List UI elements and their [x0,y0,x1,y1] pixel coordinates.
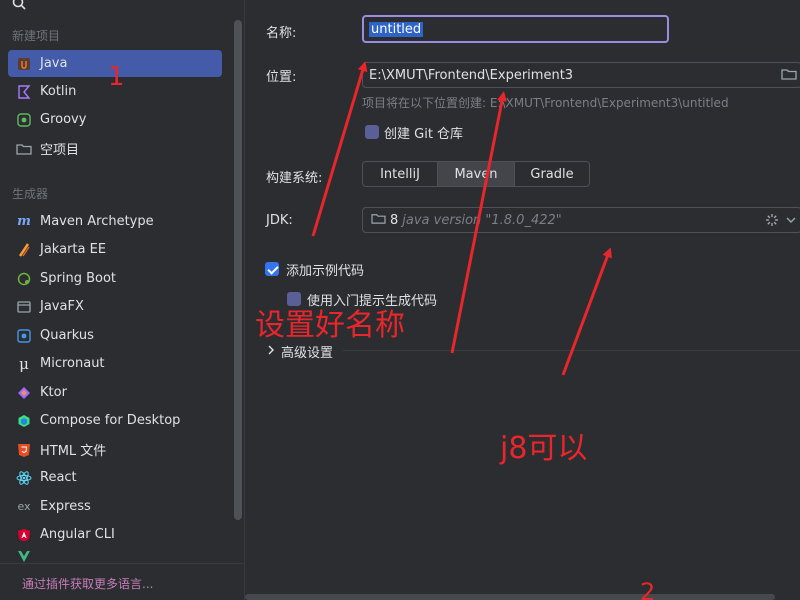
horizontal-scrollbar[interactable] [245,594,775,600]
name-input-value: untitled [369,21,424,37]
section-generators: 生成器 [12,187,49,201]
sidebar-item-label: Groovy [40,112,87,127]
jdk-folder-icon [371,212,386,229]
sidebar-item-label: Kotlin [40,84,77,99]
build-option-gradle[interactable]: Gradle [515,162,589,186]
sidebar-item-micronaut[interactable]: μ Micronaut [8,350,222,377]
sidebar-item-ktor[interactable]: Ktor [8,379,222,406]
react-icon [16,470,32,486]
location-input[interactable]: E:\XMUT\Frontend\Experiment3 [362,62,800,88]
name-input[interactable]: untitled [362,15,669,43]
annotation-number-2: 2 [640,580,656,600]
vue-icon [16,550,32,562]
sidebar-item-label: Maven Archetype [40,214,154,229]
sidebar-item-express[interactable]: ex Express [8,493,222,520]
sidebar-item-html-file[interactable]: HTML 文件 [8,436,222,463]
sidebar-item-jakarta-ee[interactable]: Jakarta EE [8,236,222,263]
jdk-label: JDK: [266,213,293,228]
sidebar-item-label: Angular CLI [40,527,115,542]
sidebar-item-spring-boot[interactable]: Spring Boot [8,265,222,292]
annotation-j8-ok: j8可以 [500,431,588,466]
compose-icon [16,413,32,429]
annotation-set-name: 设置好名称 [255,308,405,343]
sidebar-item-label: HTML 文件 [40,444,107,459]
sidebar-item-label: Spring Boot [40,271,117,286]
create-git-label: 创建 Git 仓库 [384,127,464,142]
express-icon: ex [17,500,31,513]
sidebar-item-label: React [40,470,77,485]
ktor-icon [16,385,32,401]
jdk-version-detail: java version "1.8.0_422" [402,212,562,228]
divider [343,350,800,351]
javafx-icon [16,299,32,315]
sidebar-item-label: Java [40,56,68,71]
folder-icon [16,141,32,157]
java-icon [16,56,32,72]
add-sample-code-label: 添加示例代码 [286,264,365,279]
location-input-value: E:\XMUT\Frontend\Experiment3 [369,67,574,83]
search-icon[interactable] [12,0,26,12]
build-system-label: 构建系统: [266,171,323,186]
sidebar-item-label: Ktor [40,385,67,400]
jdk-select[interactable]: 8 java version "1.8.0_422" [362,207,800,233]
sidebar-item-label: Compose for Desktop [40,413,181,428]
advanced-settings-toggle[interactable]: 高级设置 [267,342,333,361]
add-sample-code-checkbox[interactable] [265,262,279,276]
sidebar-item-react[interactable]: React [8,464,222,491]
advanced-settings-label: 高级设置 [281,346,334,361]
sidebar-item-maven-archetype[interactable]: m Maven Archetype [8,208,222,235]
jakarta-icon [16,242,32,258]
sidebar-item-groovy[interactable]: Groovy [8,106,222,133]
angular-icon [16,527,32,543]
sidebar-item-label: Quarkus [40,328,94,343]
sidebar-item-label: JavaFX [40,299,84,314]
build-option-maven[interactable]: Maven [438,162,515,186]
spring-icon [16,271,32,287]
sidebar-item-angular-cli[interactable]: Angular CLI [8,521,222,548]
build-system-selector: IntelliJ Maven Gradle [362,161,590,187]
micronaut-icon: μ [19,354,29,373]
sidebar-item-partial[interactable] [8,550,222,562]
get-more-languages-link[interactable]: 通过插件获取更多语言... [22,575,153,592]
chevron-right-icon [267,344,275,359]
html-icon [16,442,32,458]
sidebar-item-label: 空项目 [40,143,80,158]
build-option-intellij[interactable]: IntelliJ [363,162,438,186]
sidebar-item-empty-project[interactable]: 空项目 [8,135,222,162]
sidebar-item-label: Express [40,499,91,514]
jdk-version: 8 [390,212,399,228]
kotlin-icon [16,84,32,100]
sidebar-scrollbar[interactable] [234,20,242,520]
sidebar-item-label: Micronaut [40,356,105,371]
location-hint: 项目将在以下位置创建: E:\XMUT\Frontend\Experiment3… [362,96,729,110]
quarkus-icon [16,328,32,344]
annotation-number-1: 1 [108,62,125,92]
divider [0,563,244,564]
sidebar-item-label: Jakarta EE [40,242,107,257]
create-git-checkbox[interactable] [365,125,379,139]
sidebar-item-quarkus[interactable]: Quarkus [8,322,222,349]
loading-spinner-icon [765,213,779,231]
chevron-down-icon[interactable] [786,214,796,229]
sidebar-item-javafx[interactable]: JavaFX [8,293,222,320]
name-label: 名称: [266,26,297,41]
browse-folder-icon[interactable] [781,67,797,85]
groovy-icon [16,112,32,128]
sidebar-item-compose-desktop[interactable]: Compose for Desktop [8,407,222,434]
maven-icon: m [17,214,31,229]
location-label: 位置: [266,70,297,85]
section-new-project: 新建项目 [12,29,61,43]
